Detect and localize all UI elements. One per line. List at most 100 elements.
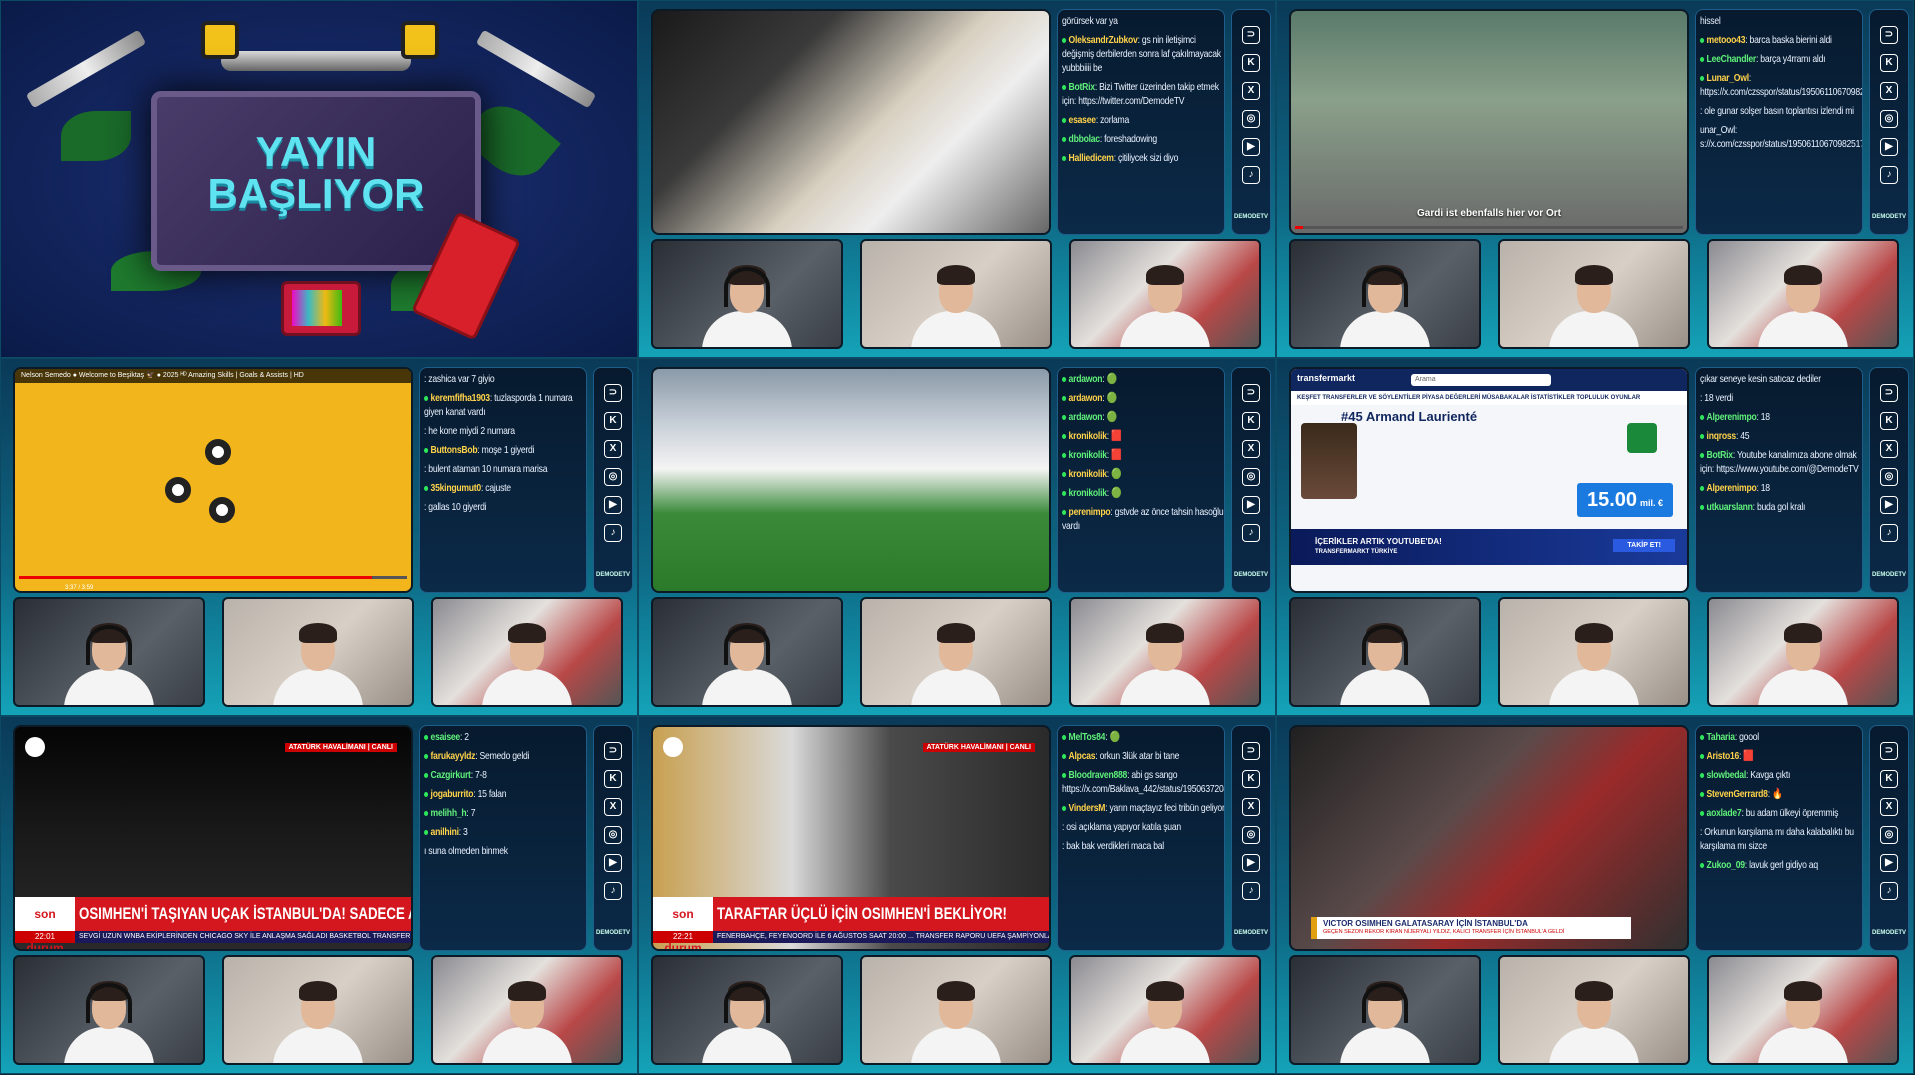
instagram-icon[interactable]: ◎: [1242, 468, 1260, 486]
chat-username[interactable]: Bloodraven888: [1069, 769, 1128, 781]
youtube-icon[interactable]: ▶: [1880, 138, 1898, 156]
tm-logo[interactable]: transfermarkt: [1297, 373, 1355, 383]
tiktok-icon[interactable]: ♪: [604, 882, 622, 900]
x-icon[interactable]: X: [1242, 440, 1260, 458]
chat-username[interactable]: Alperenimpo: [1707, 411, 1757, 423]
chat-username[interactable]: Zukoo_09: [1707, 859, 1745, 871]
chat-username[interactable]: StevenGerrard8: [1707, 788, 1768, 800]
main-video[interactable]: ATATÜRK HAVALİMANI | CANLI son durum TARAF…: [651, 725, 1051, 951]
chat-username[interactable]: Aristo16: [1707, 750, 1740, 762]
chat-panel[interactable]: MelTos84: 🟢 Alpcas: orkun 3lük atar bi ta…: [1057, 725, 1225, 951]
youtube-banner[interactable]: İÇERİKLER ARTIK YOUTUBE'DA! TRANSFERMARKT…: [1291, 529, 1687, 565]
main-video[interactable]: transfermarkt Arama KEŞFET TRANSFERLER VE …: [1289, 367, 1689, 593]
chat-username[interactable]: Taharia: [1707, 731, 1736, 743]
chat-username[interactable]: melihh_h: [431, 807, 467, 819]
instagram-icon[interactable]: ◎: [1880, 110, 1898, 128]
chat-username[interactable]: perenimpo: [1069, 506, 1111, 518]
tiktok-icon[interactable]: ♪: [1242, 882, 1260, 900]
kick-k-icon[interactable]: K: [1242, 54, 1260, 72]
youtube-icon[interactable]: ▶: [1242, 854, 1260, 872]
tm-nav[interactable]: KEŞFET TRANSFERLER VE SÖYLENTİLER PİYASA…: [1291, 391, 1687, 405]
chat-username[interactable]: utkuarslann: [1707, 501, 1753, 513]
main-video[interactable]: [651, 367, 1051, 593]
main-video[interactable]: ATATÜRK HAVALİMANI | CANLI son durum OSIMH…: [13, 725, 413, 951]
chat-username[interactable]: kronikolik: [1069, 430, 1107, 442]
x-icon[interactable]: X: [1880, 798, 1898, 816]
kick-icon[interactable]: ⊃: [604, 742, 622, 760]
chat-username[interactable]: esaisee: [431, 731, 461, 743]
instagram-icon[interactable]: ◎: [604, 826, 622, 844]
follow-button[interactable]: TAKİP ET!: [1613, 539, 1675, 552]
tiktok-icon[interactable]: ♪: [1242, 524, 1260, 542]
chat-username[interactable]: Alpcas: [1069, 750, 1096, 762]
chat-username[interactable]: esasee: [1069, 114, 1097, 126]
instagram-icon[interactable]: ◎: [604, 468, 622, 486]
youtube-icon[interactable]: ▶: [604, 854, 622, 872]
chat-username[interactable]: Cazgirkurt: [431, 769, 471, 781]
tiktok-icon[interactable]: ♪: [604, 524, 622, 542]
instagram-icon[interactable]: ◎: [1880, 826, 1898, 844]
x-icon[interactable]: X: [1242, 798, 1260, 816]
main-video[interactable]: Gardi ist ebenfalls hier vor Ort: [1289, 9, 1689, 235]
chat-panel[interactable]: hissel metooo43: barca baska bierini aldi…: [1695, 9, 1863, 235]
chat-username[interactable]: kronikolik: [1069, 449, 1107, 461]
kick-k-icon[interactable]: K: [1242, 770, 1260, 788]
chat-username[interactable]: BotRix: [1069, 81, 1096, 93]
chat-panel[interactable]: : zashica var 7 giyio keremfifha1903: tuz…: [419, 367, 587, 593]
youtube-icon[interactable]: ▶: [604, 496, 622, 514]
youtube-icon[interactable]: ▶: [1880, 854, 1898, 872]
chat-username[interactable]: jogaburrito: [431, 788, 474, 800]
chat-username[interactable]: slowbedal: [1707, 769, 1747, 781]
chat-username[interactable]: inqross: [1707, 430, 1737, 442]
x-icon[interactable]: X: [1880, 440, 1898, 458]
kick-icon[interactable]: ⊃: [1242, 384, 1260, 402]
chat-username[interactable]: Alperenimpo: [1707, 482, 1757, 494]
kick-icon[interactable]: ⊃: [1880, 742, 1898, 760]
chat-username[interactable]: farukayyldz: [431, 750, 476, 762]
youtube-icon[interactable]: ▶: [1242, 496, 1260, 514]
tiktok-icon[interactable]: ♪: [1880, 166, 1898, 184]
tiktok-icon[interactable]: ♪: [1242, 166, 1260, 184]
chat-username[interactable]: keremfifha1903: [431, 392, 491, 404]
chat-username[interactable]: ButtonsBob: [431, 444, 478, 456]
chat-panel[interactable]: çıkar seneye kesin satıcaz dediler: 18 v…: [1695, 367, 1863, 593]
kick-k-icon[interactable]: K: [1880, 770, 1898, 788]
chat-username[interactable]: dbbolac: [1069, 133, 1101, 145]
chat-username[interactable]: LeeChandler: [1707, 53, 1757, 65]
chat-username[interactable]: kronikolik: [1069, 468, 1107, 480]
chat-username[interactable]: anilhini: [431, 826, 459, 838]
kick-k-icon[interactable]: K: [604, 770, 622, 788]
tiktok-icon[interactable]: ♪: [1880, 882, 1898, 900]
kick-k-icon[interactable]: K: [1880, 54, 1898, 72]
chat-username[interactable]: Lunar_Owl: [1707, 72, 1750, 84]
x-icon[interactable]: X: [1880, 82, 1898, 100]
x-icon[interactable]: X: [1242, 82, 1260, 100]
chat-username[interactable]: kronikolik: [1069, 487, 1107, 499]
kick-icon[interactable]: ⊃: [1880, 384, 1898, 402]
chat-panel[interactable]: görürsek var ya OleksandrZubkov: gs nin i…: [1057, 9, 1225, 235]
chat-username[interactable]: OleksandrZubkov: [1069, 34, 1138, 46]
x-icon[interactable]: X: [604, 440, 622, 458]
kick-k-icon[interactable]: K: [1880, 412, 1898, 430]
chat-username[interactable]: 35kingumut0: [431, 482, 482, 494]
video-seekbar[interactable]: [1295, 226, 1683, 229]
tm-search-input[interactable]: Arama: [1411, 374, 1551, 386]
kick-icon[interactable]: ⊃: [1242, 742, 1260, 760]
chat-username[interactable]: aoxlade7: [1707, 807, 1742, 819]
chat-username[interactable]: ardawon: [1069, 411, 1103, 423]
kick-k-icon[interactable]: K: [604, 412, 622, 430]
chat-username[interactable]: VindersM: [1069, 802, 1106, 814]
instagram-icon[interactable]: ◎: [1880, 468, 1898, 486]
video-seekbar[interactable]: [19, 576, 407, 579]
instagram-icon[interactable]: ◎: [1242, 110, 1260, 128]
kick-icon[interactable]: ⊃: [604, 384, 622, 402]
youtube-icon[interactable]: ▶: [1242, 138, 1260, 156]
youtube-icon[interactable]: ▶: [1880, 496, 1898, 514]
kick-icon[interactable]: ⊃: [1242, 26, 1260, 44]
kick-k-icon[interactable]: K: [1242, 412, 1260, 430]
main-video[interactable]: Nelson Semedo ● Welcome to Beşiktaş 🦅 ● …: [13, 367, 413, 593]
chat-panel[interactable]: Taharia: goool Aristo16: 🟥 slowbedal: Kavg…: [1695, 725, 1863, 951]
chat-panel[interactable]: ardawon: 🟢 ardawon: 🟢 ardawon: 🟢 kronikolik…: [1057, 367, 1225, 593]
tiktok-icon[interactable]: ♪: [1880, 524, 1898, 542]
kick-icon[interactable]: ⊃: [1880, 26, 1898, 44]
